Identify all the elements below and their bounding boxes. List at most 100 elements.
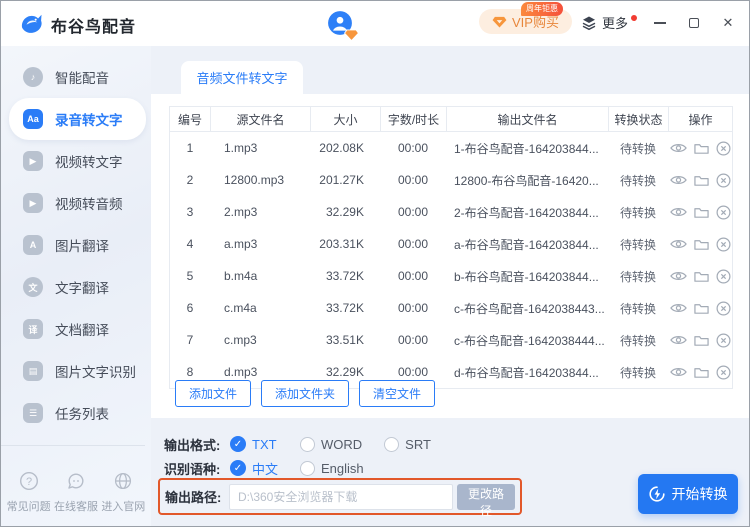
preview-eye-icon[interactable] (669, 334, 687, 346)
output-format-option[interactable]: SRT (384, 436, 432, 452)
file-table-card: 编号 源文件名 大小 字数/时长 输出文件名 转换状态 操作 1 1.mp3 2… (151, 94, 749, 418)
radio-icon (230, 460, 246, 476)
sidebar-item[interactable]: ☰ 任务列表 (1, 392, 151, 434)
sidebar-item[interactable]: ▶ 视频转音频 (1, 182, 151, 224)
table-body: 1 1.mp3 202.08K 00:00 1-布谷鸟配音-164203844.… (170, 132, 732, 388)
sidebar-menu: ♪ 智能配音 Aa 录音转文字 ▶ 视频转文字 ▶ 视频转音频 A 图片翻译 文… (1, 46, 151, 434)
preview-eye-icon[interactable] (669, 174, 687, 186)
preview-eye-icon[interactable] (669, 366, 687, 378)
more-label: 更多 (602, 16, 629, 31)
cell-status: 待转换 (619, 205, 656, 220)
cell-status: 待转换 (619, 173, 656, 188)
delete-circle-x-icon[interactable] (716, 173, 731, 188)
cell-source-file: c.mp3 (224, 333, 257, 347)
sidebar-footer-item[interactable]: 进入官网 (101, 471, 145, 514)
cell-size: 32.29K (325, 205, 364, 219)
clear-files-button[interactable]: 清空文件 (359, 380, 436, 407)
cell-output-file: c-布谷鸟配音-1642038443... (454, 301, 605, 316)
sidebar-item[interactable]: 文 文字翻译 (1, 266, 151, 308)
delete-circle-x-icon[interactable] (716, 333, 731, 348)
language-row: 识别语种: 中文 English (164, 458, 386, 478)
open-folder-icon[interactable] (693, 174, 709, 187)
open-folder-icon[interactable] (693, 270, 709, 283)
minimize-icon (654, 22, 666, 24)
user-avatar[interactable] (327, 10, 360, 42)
sidebar-item[interactable]: ♪ 智能配音 (1, 56, 151, 98)
cell-size: 33.72K (325, 269, 364, 283)
cell-duration: 00:00 (397, 237, 429, 251)
table-row: 3 2.mp3 32.29K 00:00 2-布谷鸟配音-164203844..… (170, 196, 732, 228)
minimize-button[interactable] (653, 11, 667, 35)
language-option[interactable]: English (300, 460, 364, 476)
delete-circle-x-icon[interactable] (716, 301, 731, 316)
website-icon (113, 471, 133, 491)
open-folder-icon[interactable] (693, 142, 709, 155)
open-folder-icon[interactable] (693, 366, 709, 379)
table-row: 7 c.mp3 33.51K 00:00 c-布谷鸟配音-1642038444.… (170, 324, 732, 356)
header-size: 大小 (310, 107, 380, 131)
sidebar-item[interactable]: 译 文档翻译 (1, 308, 151, 350)
svg-text:?: ? (26, 476, 32, 488)
delete-circle-x-icon[interactable] (716, 269, 731, 284)
open-folder-icon[interactable] (693, 302, 709, 315)
cell-id: 1 (186, 141, 194, 155)
sidebar-footer-item[interactable]: 在线客服 (54, 471, 98, 514)
cell-actions (668, 365, 732, 380)
add-folder-button[interactable]: 添加文件夹 (261, 380, 350, 407)
cell-source-file: 1.mp3 (224, 141, 258, 155)
option-label: WORD (321, 436, 363, 452)
cell-output-file: 2-布谷鸟配音-164203844... (454, 205, 599, 220)
maximize-button[interactable] (687, 11, 701, 35)
header-status: 转换状态 (608, 107, 668, 131)
sidebar-item[interactable]: A 图片翻译 (1, 224, 151, 266)
maximize-icon (689, 18, 699, 28)
delete-circle-x-icon[interactable] (716, 237, 731, 252)
sidebar-item[interactable]: ▶ 视频转文字 (1, 140, 151, 182)
cell-id: 6 (186, 301, 194, 315)
close-button[interactable] (721, 11, 735, 35)
add-file-button[interactable]: 添加文件 (175, 380, 252, 407)
open-folder-icon[interactable] (693, 334, 709, 347)
sidebar-item[interactable]: Aa 录音转文字 (9, 98, 146, 140)
delete-circle-x-icon[interactable] (716, 365, 731, 380)
delete-circle-x-icon[interactable] (716, 141, 731, 156)
sidebar-item[interactable]: ▤ 图片文字识别 (1, 350, 151, 392)
cell-output-file: 12800-布谷鸟配音-16420... (454, 173, 599, 188)
output-format-option[interactable]: WORD (300, 436, 363, 452)
gem-icon (492, 16, 507, 28)
header-duration: 字数/时长 (380, 107, 446, 131)
preview-eye-icon[interactable] (669, 142, 687, 154)
preview-eye-icon[interactable] (669, 238, 687, 250)
cell-status: 待转换 (619, 141, 656, 156)
tab-audio-file-to-text[interactable]: 音频文件转文字 (181, 61, 303, 94)
option-label: SRT (405, 436, 431, 452)
open-folder-icon[interactable] (693, 206, 709, 219)
cell-id: 5 (186, 269, 194, 283)
cell-size: 32.29K (325, 365, 364, 379)
option-label: English (321, 460, 364, 476)
preview-eye-icon[interactable] (669, 302, 687, 314)
sidebar-footer-item[interactable]: ? 常见问题 (7, 471, 51, 514)
language-option[interactable]: 中文 (230, 459, 278, 478)
preview-eye-icon[interactable] (669, 206, 687, 218)
delete-circle-x-icon[interactable] (716, 205, 731, 220)
output-format-option[interactable]: TXT (230, 436, 278, 452)
preview-eye-icon[interactable] (669, 270, 687, 282)
cell-source-file: d.mp3 (224, 365, 258, 379)
footer-label: 进入官网 (101, 501, 146, 513)
cell-source-file: a.mp3 (224, 237, 258, 251)
table-row: 4 a.mp3 203.31K 00:00 a-布谷鸟配音-164203844.… (170, 228, 732, 260)
main-content: 音频文件转文字 编号 源文件名 大小 字数/时长 输出文件名 转换状态 操作 1 (151, 46, 749, 526)
sidebar-divider (1, 445, 145, 446)
cell-size: 33.51K (325, 333, 364, 347)
open-folder-icon[interactable] (693, 238, 709, 251)
output-path-input[interactable] (229, 483, 453, 510)
change-path-button[interactable]: 更改路径 (457, 483, 515, 518)
output-format-row: 输出格式: TXT WORD SRT (164, 434, 454, 454)
cell-size: 201.27K (319, 173, 364, 187)
cell-source-file: 2.mp3 (224, 205, 258, 219)
start-convert-button[interactable]: 开始转换 (638, 474, 738, 514)
more-menu-button[interactable]: 更多 (581, 13, 638, 32)
doc-translate-icon: 译 (23, 319, 43, 339)
cell-duration: 00:00 (397, 301, 429, 315)
